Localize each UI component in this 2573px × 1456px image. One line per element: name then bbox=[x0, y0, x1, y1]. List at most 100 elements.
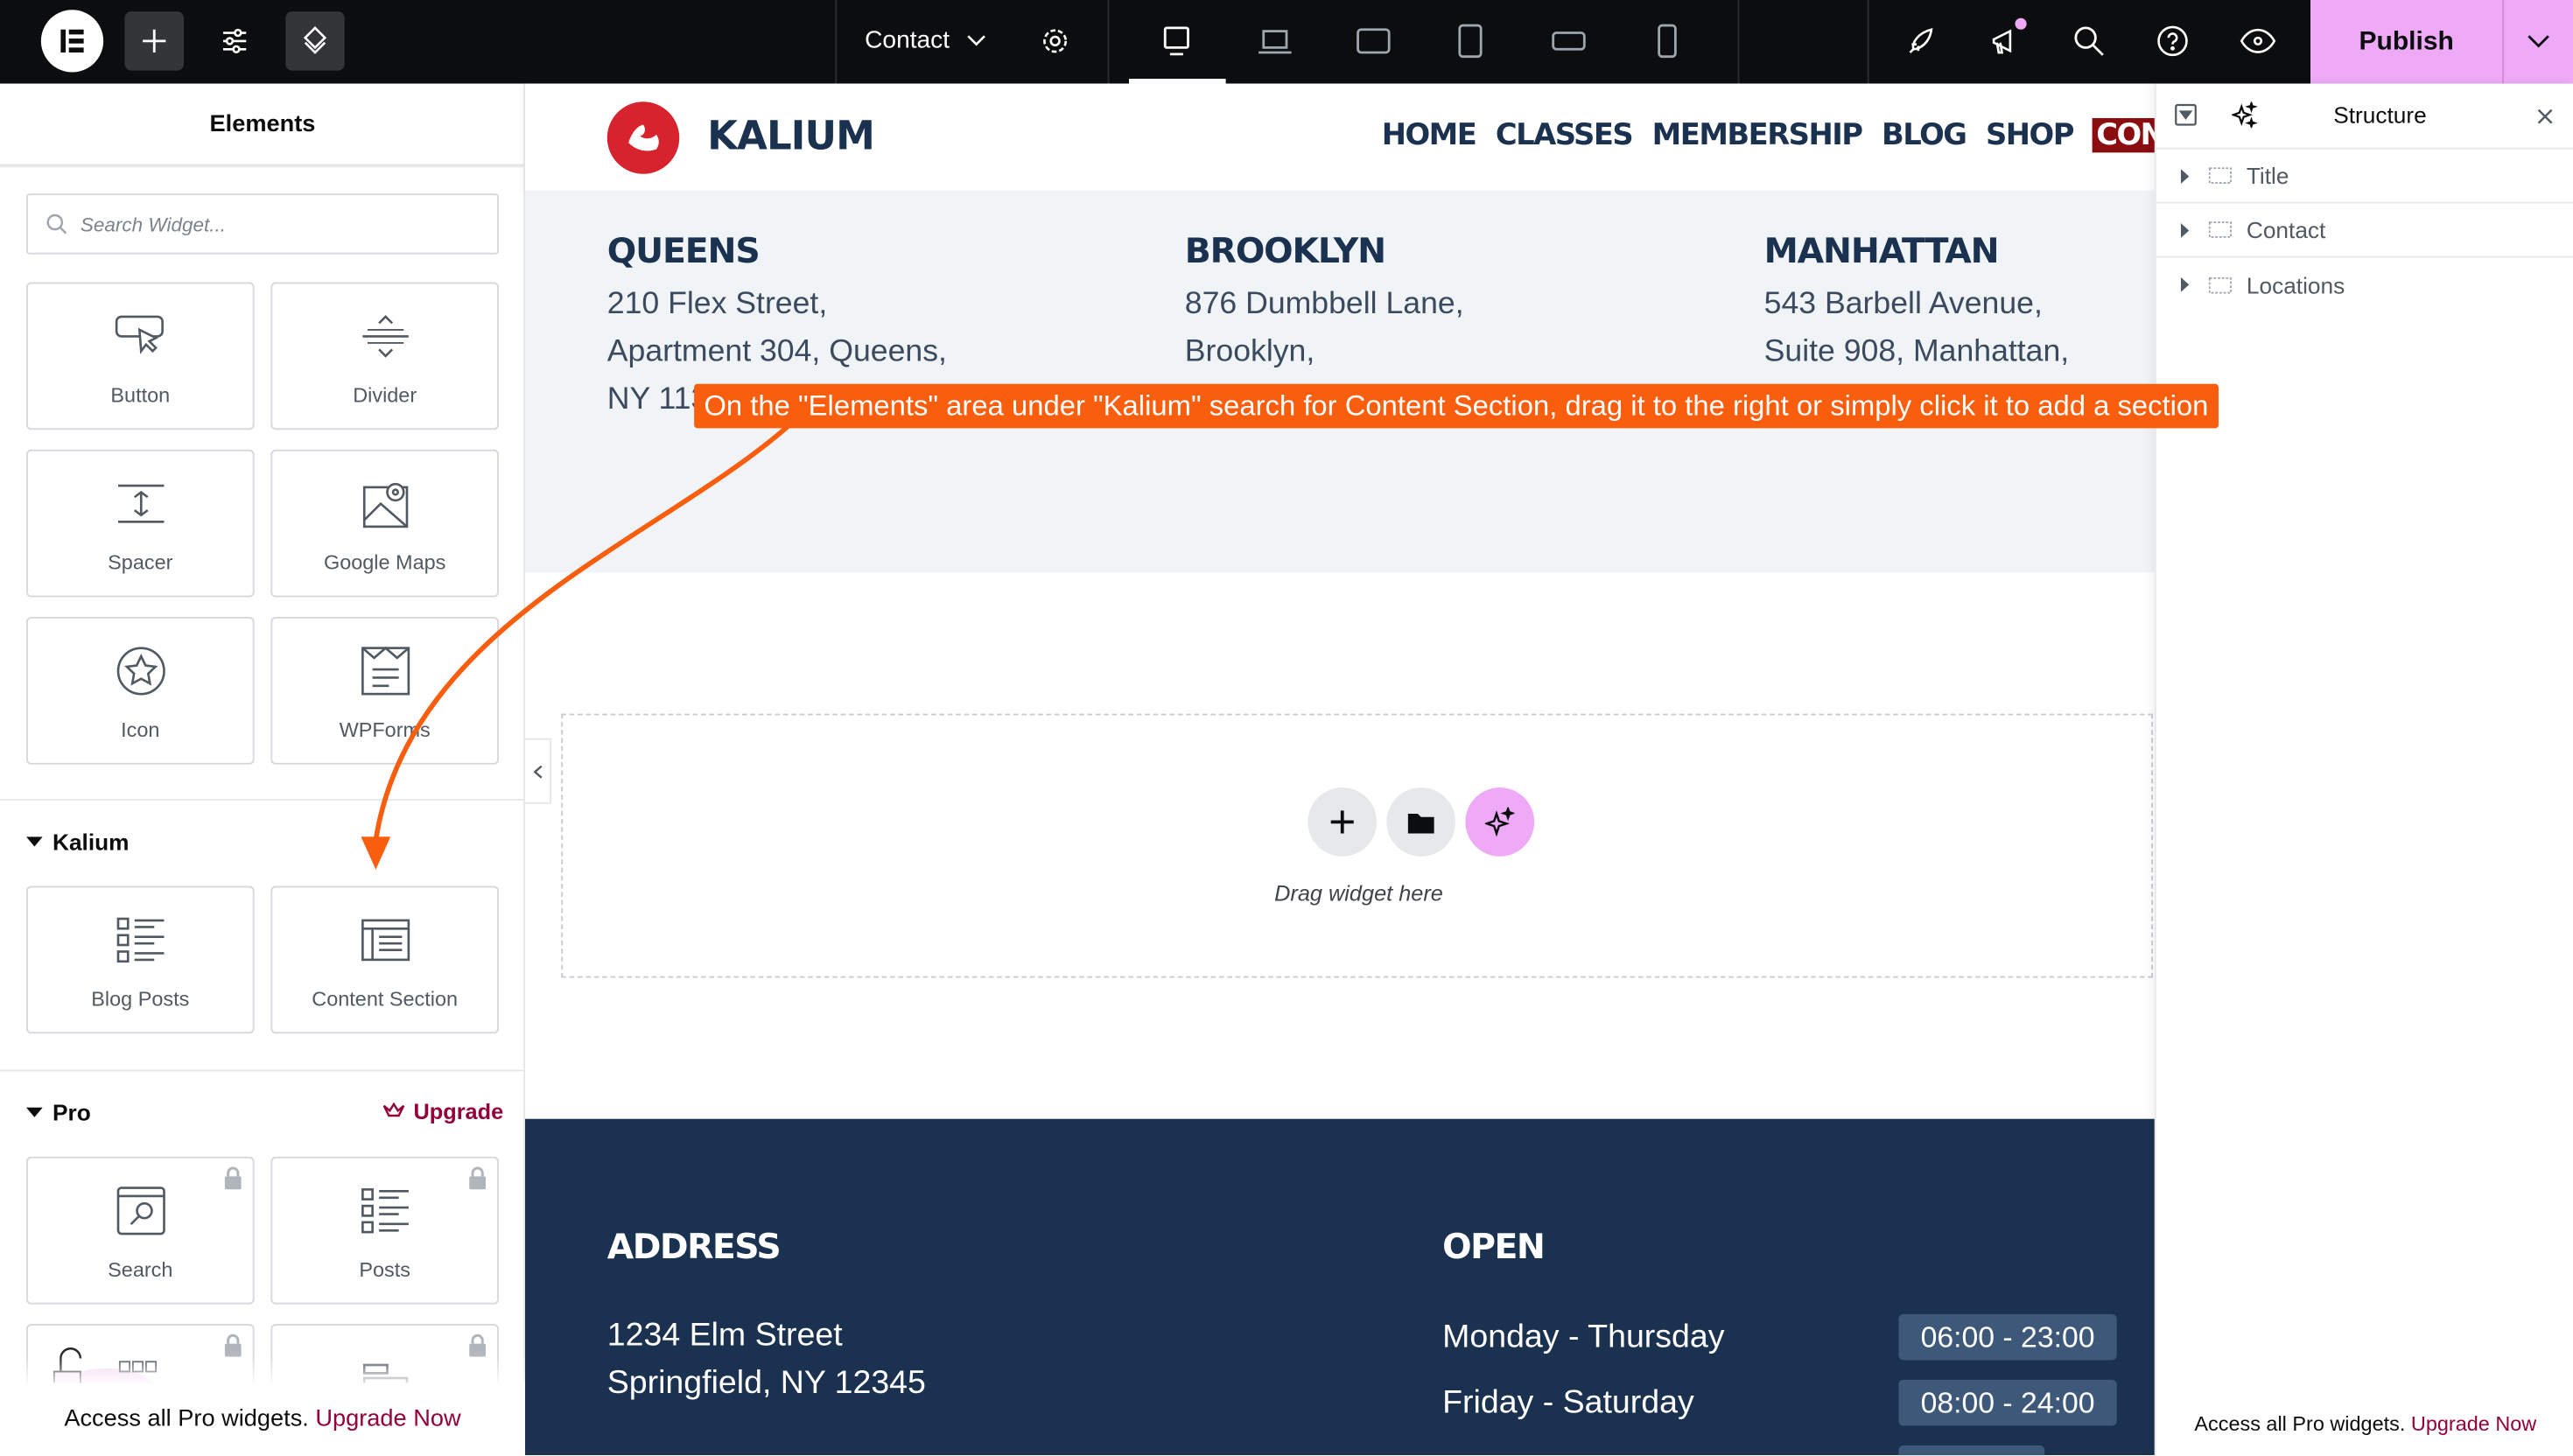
elementor-logo-button[interactable] bbox=[40, 10, 104, 73]
page-settings-button[interactable] bbox=[1026, 11, 1085, 71]
collapse-panel-toggle[interactable] bbox=[525, 738, 551, 804]
caret-down-icon bbox=[26, 1107, 43, 1117]
nav-classes[interactable]: CLASSES bbox=[1496, 118, 1634, 152]
location-address: 543 Barbell Avenue, Suite 908, Manhattan, bbox=[1763, 287, 2070, 369]
structure-item-contact[interactable]: Contact bbox=[2156, 204, 2573, 258]
structure-item-label: Title bbox=[2246, 162, 2289, 189]
ai-builder-button[interactable] bbox=[1465, 788, 1535, 857]
device-tablet-button[interactable] bbox=[1441, 11, 1500, 71]
nav-home[interactable]: HOME bbox=[1382, 118, 1477, 152]
mobile-landscape-icon bbox=[1552, 32, 1586, 51]
structure-title: Structure bbox=[2333, 102, 2427, 129]
page-selector[interactable]: Contact bbox=[865, 26, 985, 54]
device-desktop-button[interactable] bbox=[1147, 11, 1207, 71]
widget-google-maps[interactable]: Google Maps bbox=[270, 449, 499, 598]
search-icon bbox=[2074, 26, 2104, 56]
caret-right-icon bbox=[2180, 168, 2190, 184]
crown-icon bbox=[382, 1102, 405, 1117]
chevron-down-icon bbox=[966, 34, 985, 46]
widget-content-section[interactable]: Content Section bbox=[270, 886, 499, 1034]
publish-button[interactable]: Publish bbox=[2310, 0, 2503, 84]
widget-label: WPForms bbox=[339, 718, 431, 742]
section-title: Kalium bbox=[53, 828, 130, 855]
widget-icon[interactable]: Icon bbox=[26, 617, 255, 765]
posts-list-icon bbox=[361, 1188, 408, 1234]
plus-icon bbox=[1330, 810, 1354, 834]
upgrade-link[interactable]: Upgrade bbox=[382, 1099, 503, 1124]
caret-right-icon bbox=[2180, 222, 2190, 237]
editor-topbar: Contact Publish bbox=[0, 0, 2573, 84]
device-tablet-landscape-button[interactable] bbox=[1344, 11, 1404, 71]
structure-pro-banner: Access all Pro widgets. Upgrade Now bbox=[2156, 1412, 2573, 1435]
publish-label: Publish bbox=[2359, 26, 2454, 55]
chevron-down-icon bbox=[2527, 35, 2549, 48]
nav-blog[interactable]: BLOG bbox=[1882, 118, 1967, 152]
preview-button[interactable] bbox=[2228, 11, 2288, 71]
search-button[interactable] bbox=[2059, 11, 2119, 71]
add-element-button[interactable] bbox=[124, 11, 184, 71]
hours-time: 08:00 - 24:00 bbox=[1898, 1379, 2117, 1426]
add-section-button[interactable] bbox=[1308, 788, 1378, 857]
structure-item-locations[interactable]: Locations bbox=[2156, 257, 2573, 312]
upgrade-now-link[interactable]: Upgrade Now bbox=[2411, 1412, 2536, 1435]
kalium-logo bbox=[606, 102, 680, 174]
device-laptop-button[interactable] bbox=[1245, 11, 1305, 71]
divider bbox=[0, 799, 525, 801]
search-widget-input[interactable]: Search Widget... bbox=[26, 193, 499, 255]
widget-wpforms[interactable]: WPForms bbox=[270, 617, 499, 765]
location-address: 876 Dumbbell Lane, Brooklyn, bbox=[1184, 287, 1464, 369]
container-icon bbox=[2208, 221, 2232, 238]
drop-zone[interactable]: Drag widget here bbox=[561, 713, 2153, 978]
location-manhattan: MANHATTAN 543 Barbell Avenue, Suite 908, M… bbox=[1764, 231, 2070, 375]
collapse-all-icon[interactable] bbox=[2174, 103, 2197, 126]
layers-icon bbox=[303, 26, 327, 54]
whats-new-button[interactable] bbox=[1976, 11, 2036, 71]
button-cursor-icon bbox=[114, 315, 163, 354]
structure-toggle-button[interactable] bbox=[285, 11, 345, 71]
structure-item-label: Locations bbox=[2246, 271, 2345, 298]
nav-membership[interactable]: MEMBERSHIP bbox=[1652, 118, 1863, 152]
elementor-icon bbox=[60, 29, 84, 52]
widget-posts[interactable]: Posts bbox=[270, 1156, 499, 1305]
container-icon bbox=[2208, 276, 2232, 293]
site-settings-button[interactable] bbox=[205, 11, 264, 71]
drop-hint: Drag widget here bbox=[1274, 880, 1443, 906]
lock-icon bbox=[224, 1334, 242, 1357]
ai-sparkle-icon[interactable] bbox=[2232, 102, 2258, 129]
chevron-left-icon bbox=[532, 764, 542, 778]
divider bbox=[1867, 0, 1869, 84]
widget-blog-posts[interactable]: Blog Posts bbox=[26, 886, 255, 1034]
upgrade-now-link[interactable]: Upgrade Now bbox=[315, 1406, 460, 1432]
rocket-icon bbox=[1909, 28, 1933, 53]
pro-section-toggle[interactable]: Pro bbox=[26, 1099, 91, 1125]
structure-item-title[interactable]: Title bbox=[2156, 150, 2573, 204]
kalium-section-toggle[interactable]: Kalium bbox=[26, 829, 130, 855]
divider bbox=[0, 164, 525, 168]
plus-icon bbox=[143, 29, 166, 52]
hours-time: 06:00 - 23:00 bbox=[1898, 1313, 2117, 1361]
publish-options-button[interactable] bbox=[2502, 0, 2573, 84]
device-mobile-landscape-button[interactable] bbox=[1539, 11, 1599, 71]
widget-button[interactable]: Button bbox=[26, 282, 255, 430]
annotation-tooltip: On the "Elements" area under "Kalium" se… bbox=[694, 383, 2219, 429]
list-icon bbox=[116, 917, 164, 963]
nav-shop[interactable]: SHOP bbox=[1986, 118, 2074, 152]
panel-title: Elements bbox=[209, 111, 316, 138]
footer-address-title: ADDRESS bbox=[606, 1227, 782, 1267]
elements-panel: Elements Search Widget... Button Divider… bbox=[0, 83, 525, 1456]
site-nav: HOMECLASSESMEMBERSHIPBLOGSHOPCONTAC bbox=[1362, 118, 2226, 153]
location-title: MANHATTAN bbox=[1763, 231, 2000, 271]
launch-button[interactable] bbox=[1892, 11, 1952, 71]
add-template-button[interactable] bbox=[1386, 788, 1456, 857]
widget-label: Content Section bbox=[312, 987, 459, 1011]
widget-divider[interactable]: Divider bbox=[270, 282, 499, 430]
device-mobile-button[interactable] bbox=[1637, 11, 1697, 71]
close-icon[interactable] bbox=[2537, 108, 2554, 125]
widget-label: Spacer bbox=[108, 551, 173, 575]
sparkle-icon bbox=[1484, 807, 1515, 837]
widget-label: Icon bbox=[121, 718, 160, 742]
help-button[interactable] bbox=[2143, 11, 2203, 71]
caret-right-icon bbox=[2180, 276, 2190, 292]
widget-search[interactable]: Search bbox=[26, 1156, 255, 1305]
widget-spacer[interactable]: Spacer bbox=[26, 449, 255, 598]
